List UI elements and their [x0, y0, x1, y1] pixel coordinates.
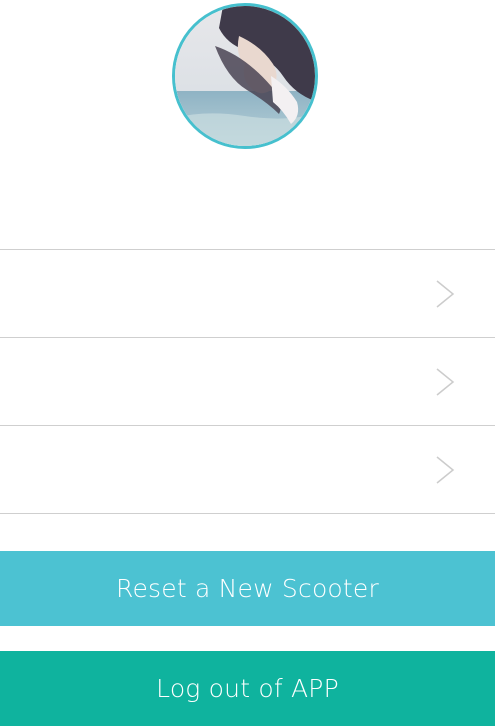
chevron-right-icon: [436, 368, 455, 396]
chevron-right-icon: [436, 280, 455, 308]
settings-menu: [0, 249, 495, 514]
menu-divider: [0, 513, 495, 514]
menu-item-1[interactable]: [0, 250, 495, 337]
avatar-photo: [175, 6, 315, 146]
chevron-right-icon: [436, 456, 455, 484]
logout-button[interactable]: Log out of APP: [0, 651, 495, 726]
avatar[interactable]: [172, 3, 318, 149]
reset-scooter-button[interactable]: Reset a New Scooter: [0, 551, 495, 626]
menu-item-3[interactable]: [0, 426, 495, 513]
menu-item-2[interactable]: [0, 338, 495, 425]
